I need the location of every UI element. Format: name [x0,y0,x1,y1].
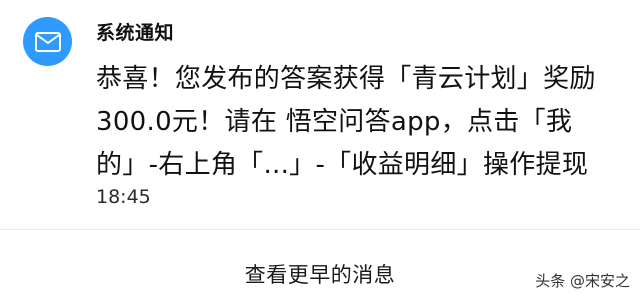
divider [0,229,640,230]
message-line: 的」-右上角「...」-「收益明细」操作提现 [96,150,589,180]
mail-icon [34,31,61,52]
message-timestamp: 18:45 [96,186,151,208]
message-body: 恭喜！您发布的答案获得「青云计划」奖励 300.0元！请在 悟空问答app，点击… [96,58,626,187]
message-line: 300.0元！请在 悟空问答app，点击「我 [96,107,573,137]
system-notification-avatar [23,17,72,66]
sender-name: 系统通知 [96,22,175,44]
watermark: 头条 @宋安之 [535,270,630,291]
notification-page: 系统通知 恭喜！您发布的答案获得「青云计划」奖励 300.0元！请在 悟空问答a… [0,0,640,303]
message-line: 恭喜！您发布的答案获得「青云计划」奖励 [96,64,596,94]
